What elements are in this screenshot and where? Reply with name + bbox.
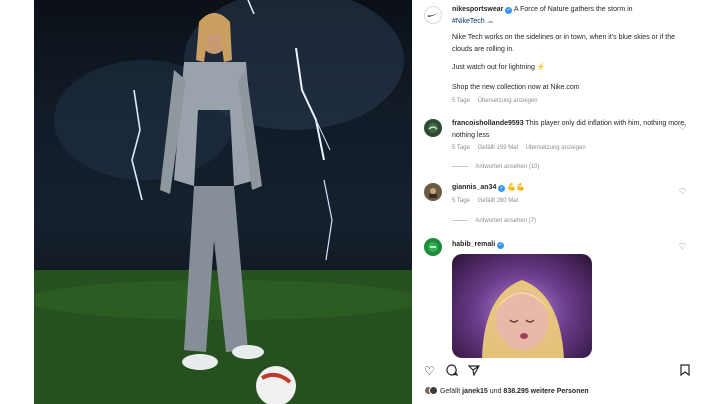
comment-1-body: francoishollande9593 This player only di…	[452, 118, 692, 142]
hashtag-link[interactable]: #NikeTech	[452, 18, 485, 25]
likes-count-link[interactable]: 838.295 weitere Personen	[503, 388, 588, 395]
bookmark-icon[interactable]	[680, 364, 690, 379]
heart-icon[interactable]: ♡	[679, 242, 686, 251]
view-replies-link[interactable]: Antworten ansehen (10)	[452, 162, 720, 172]
translate-link[interactable]: Übersetzung anzeigen	[526, 145, 586, 151]
liker-avatar	[429, 386, 438, 395]
post-image[interactable]: ›	[34, 0, 412, 404]
commenter-avatar[interactable]	[424, 238, 442, 256]
verified-badge-icon: ✓	[505, 7, 513, 14]
commenter-avatar[interactable]	[424, 119, 442, 137]
share-icon[interactable]	[467, 364, 481, 379]
post-meta: 5 Tage Übersetzung anzeigen	[452, 96, 720, 106]
commenter-avatar[interactable]	[424, 183, 442, 201]
view-replies-label: Antworten ansehen (7)	[475, 218, 537, 224]
author-username[interactable]: nikesportswear	[452, 6, 503, 13]
comment-2-meta: 5 Tage Gefällt 280 Mal	[452, 196, 720, 206]
likes-summary: Gefällt janek15 und 838.295 weitere Pers…	[424, 386, 589, 398]
lightning-emoji-icon: ⚡	[536, 64, 546, 71]
caption-paragraph-3: Shop the new collection now at Nike.com	[452, 84, 580, 91]
post-action-bar: ♡	[424, 364, 696, 380]
post-sidebar: nikesportswear ✓ A Force of Nature gathe…	[412, 0, 720, 404]
post-photo-illustration	[34, 0, 412, 404]
verified-badge-icon: ✓	[498, 185, 506, 192]
avatar-picture-icon	[428, 242, 438, 252]
comment-icon[interactable]	[446, 364, 459, 379]
cloud-emoji-icon: ☁	[486, 18, 494, 25]
heart-icon[interactable]: ♡	[679, 123, 686, 132]
caption-paragraph-1: Nike Tech works on the sidelines or in t…	[452, 34, 675, 53]
comment-username[interactable]: giannis_an34	[452, 184, 496, 191]
comment-gif-image[interactable]	[452, 254, 592, 358]
post-age: 5 Tage	[452, 98, 470, 104]
comment-age: 5 Tage	[452, 198, 470, 204]
avatar-picture-icon	[428, 123, 438, 133]
likes-prefix: Gefällt	[439, 388, 461, 395]
comment-username[interactable]: francoishollande9593	[452, 120, 524, 127]
avatar-picture-icon	[429, 188, 437, 198]
verified-badge-icon: ✓	[497, 242, 505, 249]
author-avatar[interactable]	[424, 6, 442, 24]
view-replies-link[interactable]: Antworten ansehen (7)	[452, 216, 720, 226]
comment-age: 5 Tage	[452, 145, 470, 151]
comment-1-meta: 5 Tage Gefällt 159 Mal Übersetzung anzei…	[452, 143, 720, 153]
caption-line: A Force of Nature gathers the storm in	[513, 6, 633, 13]
reply-line	[452, 219, 468, 221]
liker-username[interactable]: janek15	[462, 388, 488, 395]
heart-icon[interactable]: ♡	[679, 187, 686, 196]
nike-swoosh-icon	[427, 13, 439, 17]
reply-line	[452, 165, 468, 167]
comment-username[interactable]: habib_remali	[452, 241, 495, 248]
flexed-biceps-emoji-icon: 💪💪	[507, 184, 525, 191]
comment-likes[interactable]: Gefällt 159 Mal	[478, 145, 518, 151]
gif-illustration	[482, 280, 564, 358]
caption-paragraph-2-text: Just watch out for lightning	[452, 64, 535, 71]
heart-icon[interactable]: ♡	[424, 364, 435, 378]
caption-paragraph-2: Just watch out for lightning ⚡	[452, 62, 720, 74]
likes-middle: und	[489, 388, 502, 395]
post-caption: nikesportswear ✓ A Force of Nature gathe…	[452, 4, 720, 28]
comment-likes[interactable]: Gefällt 280 Mal	[478, 198, 518, 204]
translate-link[interactable]: Übersetzung anzeigen	[478, 98, 538, 104]
view-replies-label: Antworten ansehen (10)	[475, 164, 540, 170]
